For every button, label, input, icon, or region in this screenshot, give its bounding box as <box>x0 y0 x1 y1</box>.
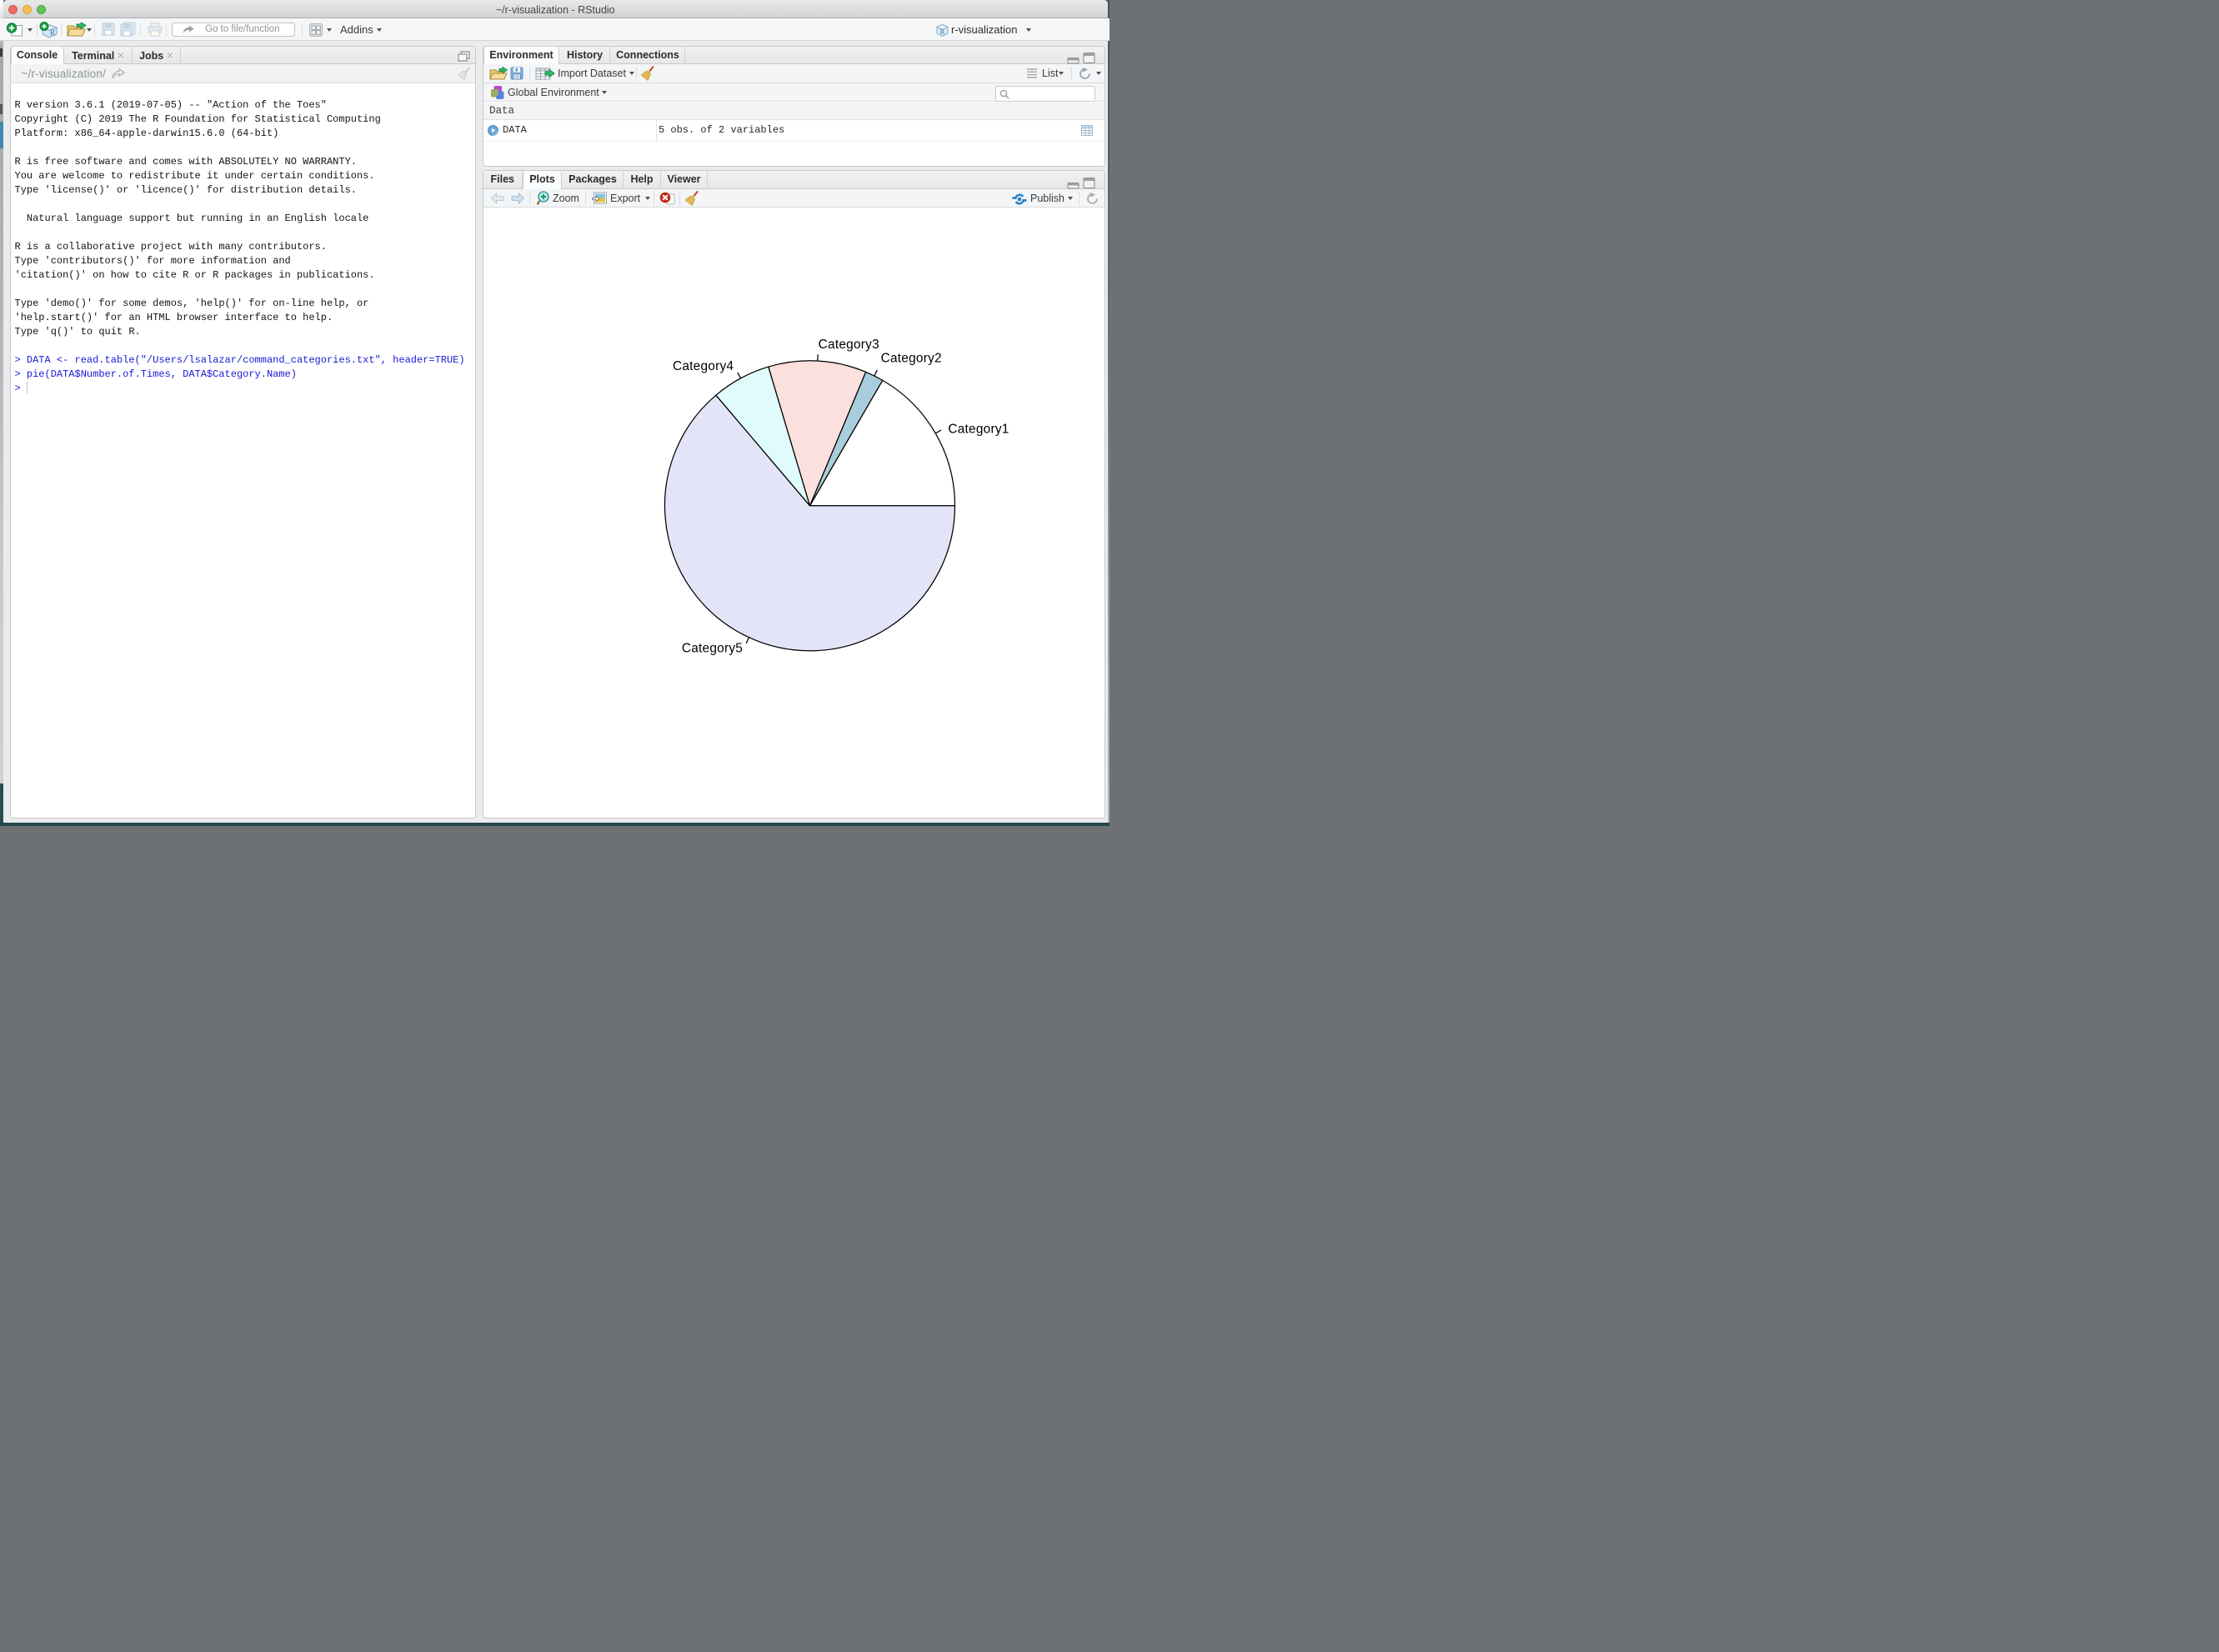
svg-text:R: R <box>940 28 945 36</box>
svg-text:Category1: Category1 <box>948 423 1009 437</box>
svg-text:Category3: Category3 <box>819 338 879 352</box>
svg-text:Category2: Category2 <box>881 352 942 366</box>
svg-text:Category5: Category5 <box>682 642 743 656</box>
svg-text:Category4: Category4 <box>673 359 734 373</box>
svg-text:R: R <box>50 28 55 37</box>
